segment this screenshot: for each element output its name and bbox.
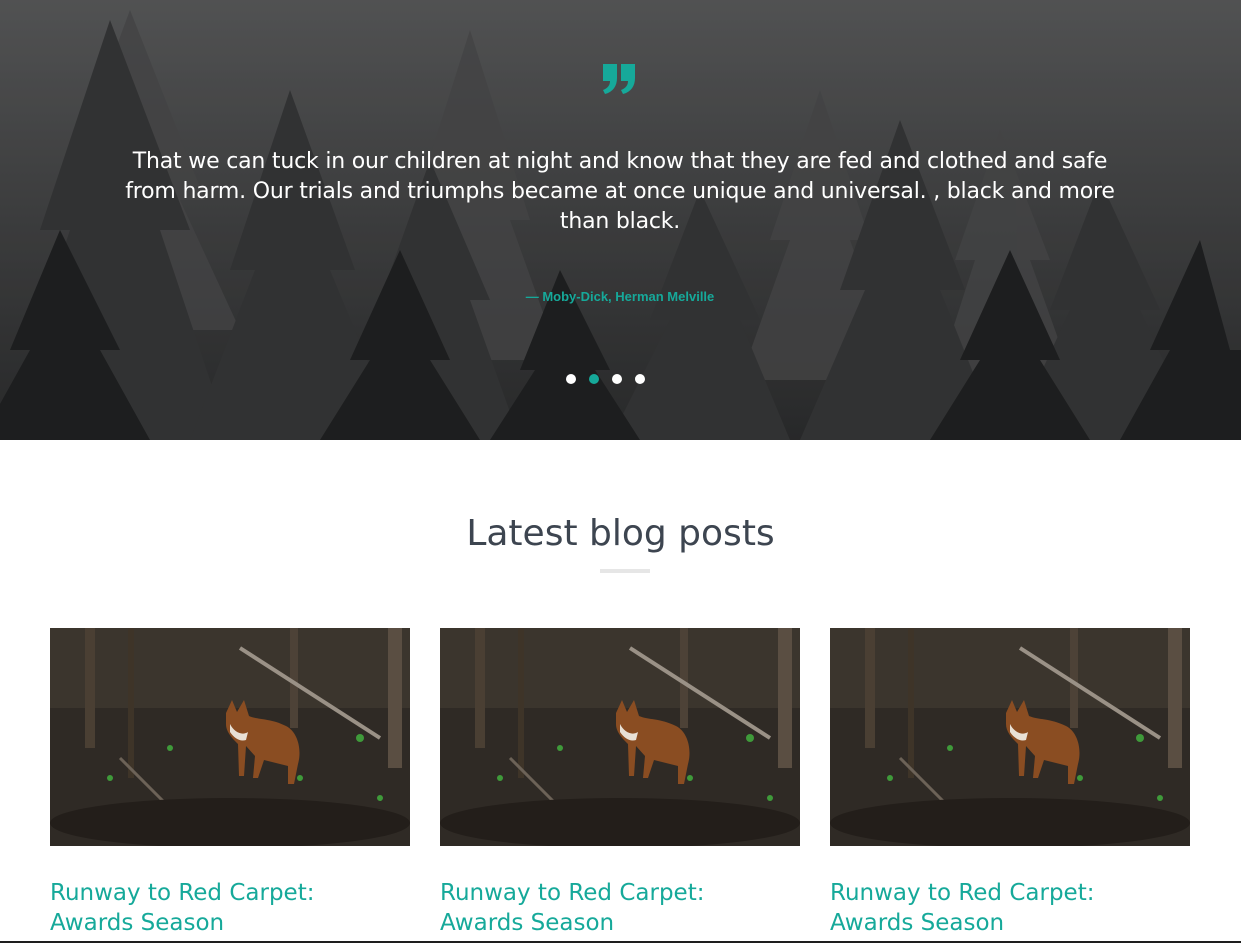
- testimonial-section: That we can tuck in our children at nigh…: [0, 0, 1241, 440]
- fox-in-forest-photo[interactable]: [440, 628, 800, 846]
- blog-post-card: Runway to Red Carpet: Awards Season: [50, 628, 410, 938]
- testimonial-author: — Moby-Dick, Herman Melville: [525, 289, 715, 304]
- testimonial-quote: That we can tuck in our children at nigh…: [125, 149, 1115, 234]
- blog-post-title-link[interactable]: Runway to Red Carpet: Awards Season: [50, 878, 400, 938]
- page: That we can tuck in our children at nigh…: [0, 0, 1241, 943]
- fox-in-forest-photo[interactable]: [830, 628, 1190, 846]
- blog-post-title-link[interactable]: Runway to Red Carpet: Awards Season: [440, 878, 790, 938]
- heading-divider: [600, 569, 650, 573]
- blog-post-title-link[interactable]: Runway to Red Carpet: Awards Season: [830, 878, 1180, 938]
- slider-dot-4[interactable]: [635, 374, 645, 384]
- blog-post-card: Runway to Red Carpet: Awards Season: [830, 628, 1190, 938]
- blog-post-card: Runway to Red Carpet: Awards Season: [440, 628, 800, 938]
- slider-dot-2[interactable]: [589, 374, 599, 384]
- slider-dot-1[interactable]: [566, 374, 576, 384]
- fox-in-forest-photo[interactable]: [50, 628, 410, 846]
- quote-right-icon: [603, 64, 635, 94]
- section-heading: Latest blog posts: [466, 513, 775, 554]
- slider-dot-3[interactable]: [612, 374, 622, 384]
- slider-pagination: [566, 374, 645, 385]
